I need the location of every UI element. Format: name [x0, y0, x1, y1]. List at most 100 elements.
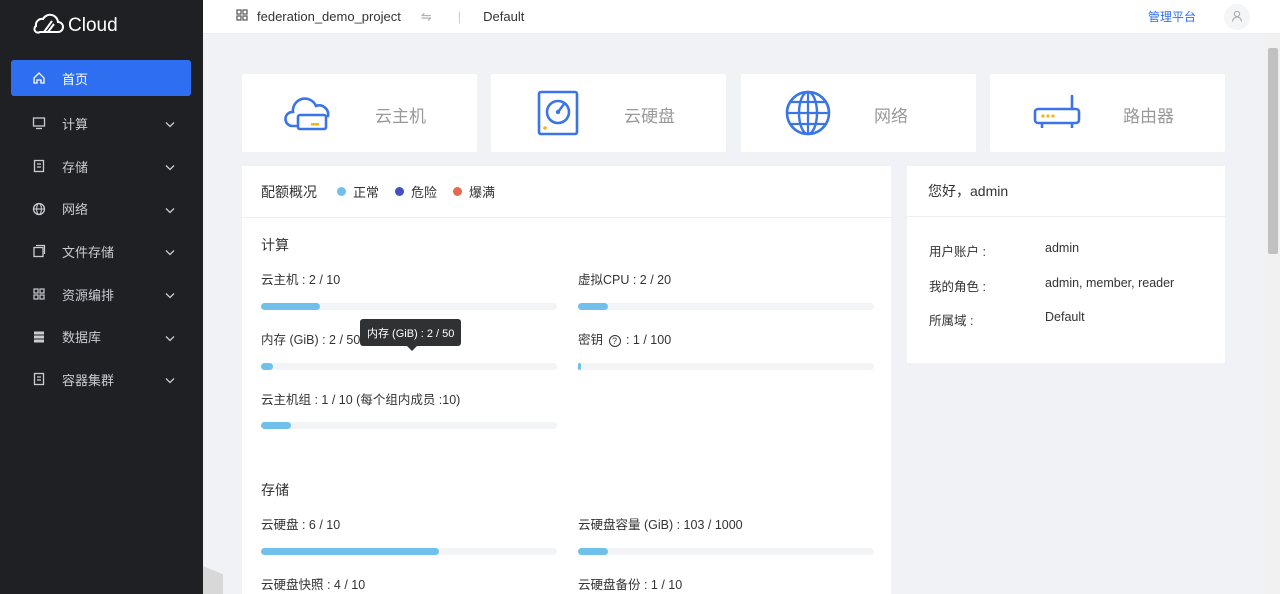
legend-dot: [337, 187, 346, 196]
chevron-down-icon: [165, 159, 175, 174]
chevron-down-icon: [165, 201, 175, 216]
user-avatar[interactable]: [1224, 4, 1250, 30]
quota-bar-memory[interactable]: [261, 363, 557, 370]
sidebar-item-label: 容器集群: [62, 370, 114, 389]
quota-overview-panel: 配额概况 正常 危险 爆满 计算 云主机 : 2 / 10 虚拟CPU : 2 …: [242, 166, 891, 594]
chevron-down-icon: [165, 372, 175, 387]
network-globe-icon: [783, 88, 833, 138]
quota-bar-fill: [578, 363, 581, 370]
resource-card-servers[interactable]: 云主机: [242, 74, 477, 152]
info-row-domain: 所属域 : Default: [929, 310, 1085, 329]
grid-icon: [32, 287, 46, 301]
grid-icon: [236, 9, 248, 24]
info-row-roles: 我的角色 : admin, member, reader: [929, 276, 1174, 295]
storage-icon: [32, 159, 46, 173]
admin-platform-link[interactable]: 管理平台: [1148, 8, 1196, 25]
globe-icon: [32, 202, 46, 216]
resource-label: 路由器: [1123, 102, 1174, 127]
quota-bar-volumes[interactable]: [261, 548, 557, 555]
info-value: admin: [1045, 241, 1079, 260]
tooltip-arrow: [407, 346, 417, 351]
sidebar-item-container-cluster[interactable]: 容器集群: [0, 358, 203, 401]
quota-label-memory: 内存 (GiB) : 2 / 50: [261, 329, 360, 348]
resource-label: 云硬盘: [624, 102, 675, 127]
quota-bar-fill: [261, 548, 439, 555]
home-icon: [32, 71, 46, 85]
welcome-panel: 您好，admin 用户账户 : admin 我的角色 : admin, memb…: [907, 166, 1225, 363]
sidebar-collapse-handle[interactable]: [203, 566, 223, 594]
quota-bar-fill: [261, 363, 273, 370]
info-key: 所属域 :: [929, 310, 1045, 329]
sidebar-item-database[interactable]: 数据库: [0, 315, 203, 358]
sidebar-item-storage[interactable]: 存储: [0, 145, 203, 188]
resource-card-volumes[interactable]: 云硬盘: [491, 74, 726, 152]
quota-label-server-groups: 云主机组 : 1 / 10 (每个组内成员 :10): [261, 389, 460, 408]
project-selector[interactable]: federation_demo_project: [236, 9, 401, 24]
sidebar-item-label: 存储: [62, 157, 88, 176]
scrollbar-thumb[interactable]: [1268, 48, 1278, 254]
chevron-down-icon: [165, 287, 175, 302]
chevron-down-icon: [165, 116, 175, 131]
welcome-greeting: 您好，admin: [907, 166, 1225, 217]
quota-bar-keypairs[interactable]: [578, 363, 874, 370]
info-value: admin, member, reader: [1045, 276, 1174, 295]
resource-card-networks[interactable]: 网络: [741, 74, 976, 152]
sidebar: Cloud 首页 计算 存储 网络 文件存储 资源编排: [0, 0, 203, 594]
quota-bar-server-groups[interactable]: [261, 422, 557, 429]
quota-label-instances: 云主机 : 2 / 10: [261, 269, 340, 288]
quota-label-keypairs: 密钥 ? : 1 / 100: [578, 329, 671, 348]
page-scrollbar[interactable]: [1266, 34, 1280, 594]
brand-name: Cloud: [68, 15, 118, 37]
quota-bar-volume-capacity[interactable]: [578, 548, 874, 555]
legend-dot: [453, 187, 462, 196]
legend-item-full: 爆满: [453, 182, 495, 201]
sidebar-menu: 首页 计算 存储 网络 文件存储 资源编排 数据库: [0, 60, 203, 401]
legend-label: 正常: [353, 182, 379, 201]
router-icon: [1032, 88, 1082, 138]
quota-label-value: : 1 / 100: [623, 333, 672, 347]
section-title-compute: 计算: [261, 235, 289, 255]
sidebar-item-compute[interactable]: 计算: [0, 102, 203, 145]
quota-label-vcpu: 虚拟CPU : 2 / 20: [578, 269, 671, 288]
resource-card-routers[interactable]: 路由器: [990, 74, 1225, 152]
quota-label-volumes: 云硬盘 : 6 / 10: [261, 514, 340, 533]
quota-tooltip: 内存 (GiB) : 2 / 50: [360, 319, 461, 346]
monitor-icon: [32, 116, 46, 130]
sidebar-item-label: 资源编排: [62, 285, 114, 304]
sidebar-item-home[interactable]: 首页: [11, 60, 191, 96]
info-key: 我的角色 :: [929, 276, 1045, 295]
quota-bar-fill: [578, 303, 608, 310]
sidebar-item-network[interactable]: 网络: [0, 187, 203, 230]
legend-label: 爆满: [469, 182, 495, 201]
sidebar-item-file-storage[interactable]: 文件存储: [0, 230, 203, 273]
help-icon[interactable]: ?: [609, 335, 621, 347]
legend-item-danger: 危险: [395, 182, 437, 201]
info-row-user-account: 用户账户 : admin: [929, 241, 1079, 260]
database-icon: [32, 330, 46, 344]
chevron-down-icon: [165, 329, 175, 344]
quota-label-volume-backups: 云硬盘备份 : 1 / 10: [578, 574, 682, 593]
quota-label-text: 密钥: [578, 333, 603, 347]
sidebar-item-orchestration[interactable]: 资源编排: [0, 273, 203, 316]
resource-label: 网络: [874, 102, 908, 127]
domain-name: Default: [483, 9, 524, 24]
quota-bar-vcpu[interactable]: [578, 303, 874, 310]
quota-header: 配额概况 正常 危险 爆满: [242, 166, 891, 218]
disk-icon: [533, 88, 583, 138]
legend-item-normal: 正常: [337, 182, 379, 201]
quota-legend: 正常 危险 爆满: [337, 182, 495, 201]
cloud-logo-icon: [32, 12, 64, 39]
quota-bar-instances[interactable]: [261, 303, 557, 310]
logo[interactable]: Cloud: [32, 12, 118, 39]
file-storage-icon: [32, 244, 46, 258]
cloud-server-icon: [284, 88, 334, 138]
quota-bar-fill: [261, 303, 320, 310]
sidebar-item-label: 首页: [62, 69, 88, 88]
header-divider: |: [458, 9, 461, 24]
sidebar-item-label: 文件存储: [62, 242, 114, 261]
legend-label: 危险: [411, 182, 437, 201]
chevron-down-icon: [165, 244, 175, 259]
legend-dot: [395, 187, 404, 196]
switch-icon[interactable]: ⇋: [421, 9, 432, 25]
info-value: Default: [1045, 310, 1085, 329]
